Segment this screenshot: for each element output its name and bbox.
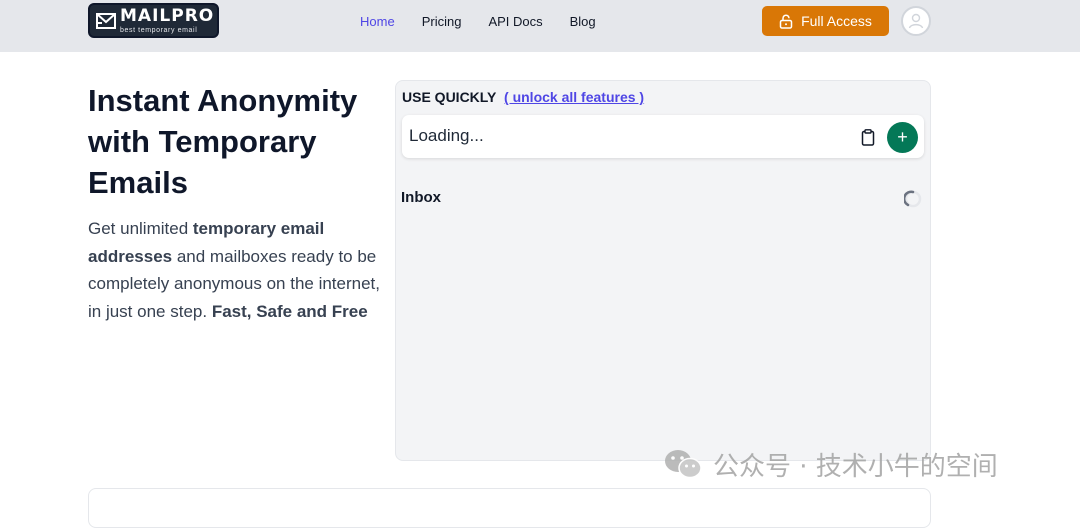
wechat-icon — [663, 448, 703, 480]
quick-use-panel: USE QUICKLY ( unlock all features ) Load… — [395, 80, 931, 461]
full-access-button[interactable]: Full Access — [762, 6, 889, 36]
top-header: MAILPRO best temporary email Home Pricin… — [0, 0, 1080, 52]
add-email-button[interactable]: + — [887, 122, 918, 153]
hero-desc-bold-2: Fast, Safe and Free — [211, 301, 368, 321]
main-nav: Home Pricing API Docs Blog — [360, 0, 623, 42]
user-icon — [907, 12, 925, 30]
envelope-logo-icon — [94, 9, 118, 33]
inbox-label: Inbox — [401, 189, 441, 206]
watermark: 公众号 · 技术小牛的空间 — [663, 446, 998, 482]
hero-title: Instant Anonymity with Temporary Emails — [88, 83, 358, 200]
user-avatar[interactable] — [901, 6, 931, 36]
temp-email-value[interactable]: Loading... — [409, 126, 484, 146]
brand-tagline: best temporary email — [120, 26, 198, 34]
logo-text: MAILPRO best temporary email — [120, 5, 215, 34]
panel-heading: USE QUICKLY ( unlock all features ) — [402, 89, 644, 105]
nav-api-docs[interactable]: API Docs — [488, 14, 542, 29]
clipboard-icon[interactable] — [860, 128, 876, 146]
spinner-icon — [902, 190, 922, 208]
lock-icon — [779, 14, 793, 29]
temp-email-box: Loading... + — [402, 115, 924, 158]
nav-home[interactable]: Home — [360, 14, 395, 29]
full-access-label: Full Access — [801, 13, 872, 29]
use-quickly-label: USE QUICKLY — [402, 89, 497, 105]
hero-desc-part-1: Get unlimited — [88, 219, 193, 238]
unlock-features-link[interactable]: ( unlock all features ) — [504, 89, 644, 105]
hero-description: Get unlimited temporary email addresses … — [88, 215, 388, 325]
bottom-section-card — [88, 488, 931, 528]
watermark-text: 公众号 · 技术小牛的空间 — [713, 451, 998, 482]
brand-name: MAILPRO — [120, 5, 215, 26]
nav-blog[interactable]: Blog — [570, 14, 596, 29]
nav-pricing[interactable]: Pricing — [422, 14, 462, 29]
mailpro-logo[interactable]: MAILPRO best temporary email — [88, 3, 219, 38]
